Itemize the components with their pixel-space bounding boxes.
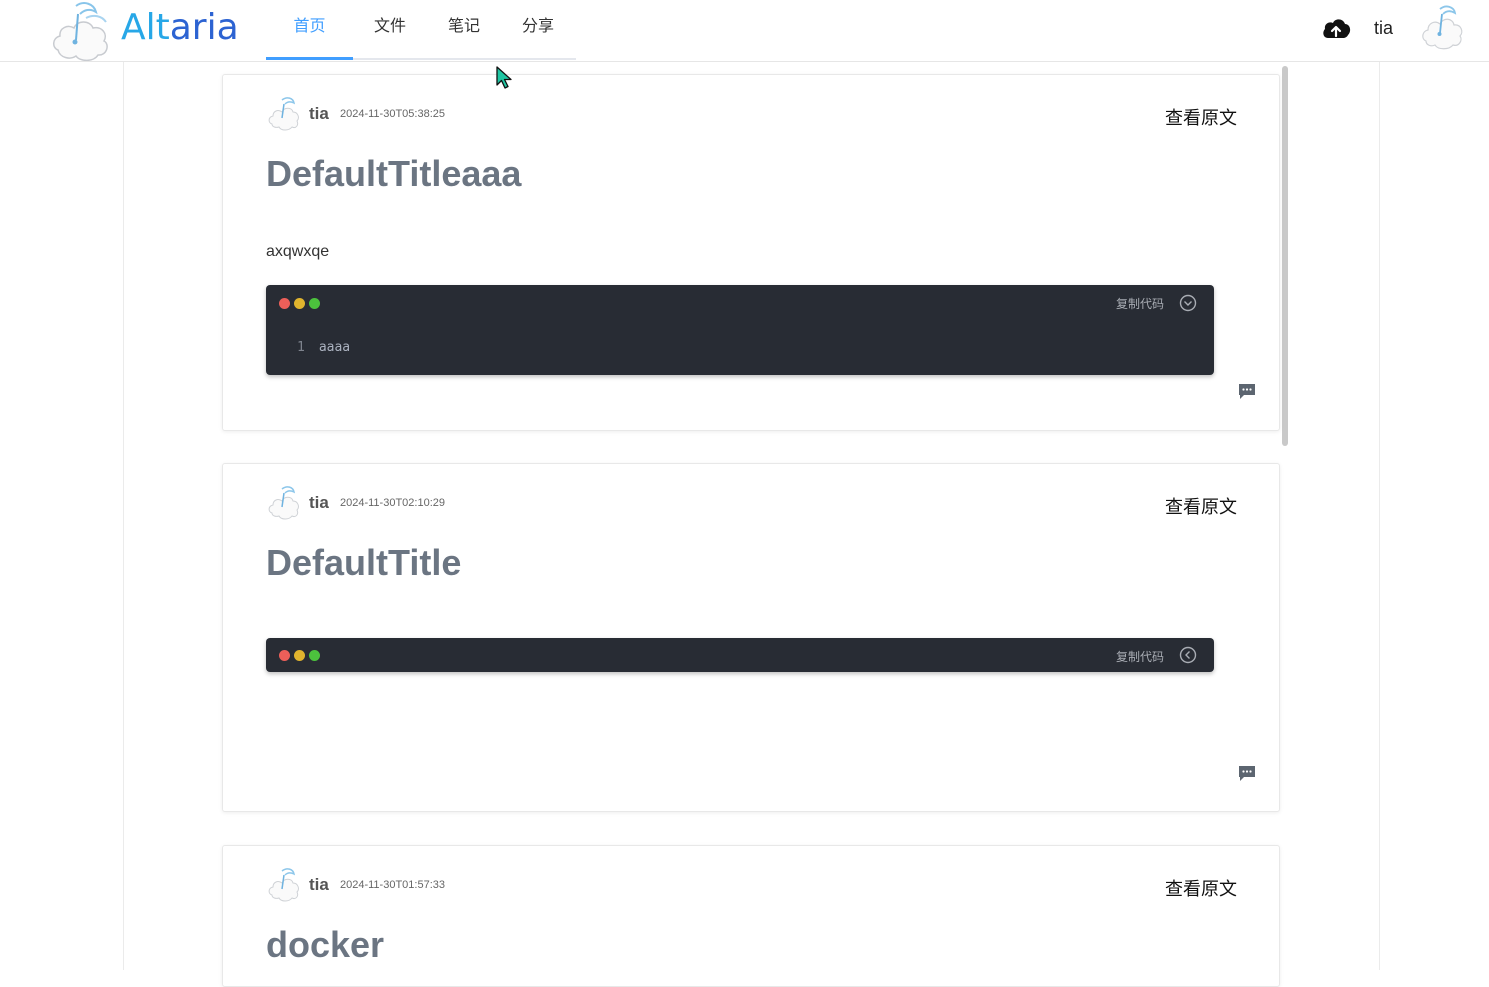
nav-files[interactable]: 文件 <box>366 0 414 58</box>
copy-code-button[interactable]: 复制代码 <box>1116 648 1164 665</box>
post-author: tia <box>309 875 329 894</box>
author-avatar[interactable] <box>267 484 303 520</box>
copy-code-button[interactable]: 复制代码 <box>1116 295 1164 312</box>
code-line: 1 aaaa <box>297 340 350 355</box>
post-author: tia <box>309 493 329 512</box>
post-title[interactable]: DefaultTitle <box>266 542 461 584</box>
author-avatar[interactable] <box>267 866 303 902</box>
author-avatar[interactable] <box>267 95 303 131</box>
mouse-cursor-icon <box>496 66 512 89</box>
post-card: tia 2024-11-30T02:10:29 查看原文 DefaultTitl… <box>222 463 1280 812</box>
post-author: tia <box>309 104 329 123</box>
window-dot-yellow <box>294 298 305 309</box>
code-block: 复制代码 1 aaaa <box>266 285 1214 375</box>
post-timestamp: 2024-11-30T05:38:25 <box>340 108 445 120</box>
post-timestamp: 2024-11-30T02:10:29 <box>340 497 445 509</box>
post-title[interactable]: docker <box>266 924 384 966</box>
nav-active-indicator <box>266 57 353 60</box>
view-original-link[interactable]: 查看原文 <box>1165 104 1237 130</box>
window-dot-green <box>309 298 320 309</box>
cloud-mascot-icon <box>53 2 108 61</box>
window-dot-red <box>279 298 290 309</box>
code-block: 复制代码 <box>266 638 1214 672</box>
post-timestamp: 2024-11-30T01:57:33 <box>340 879 445 891</box>
post-card: tia 2024-11-30T05:38:25 查看原文 DefaultTitl… <box>222 74 1280 431</box>
cloud-upload-icon[interactable] <box>1321 15 1351 43</box>
app-logo[interactable]: Altaria <box>50 0 239 61</box>
post-body: axqwxqe <box>266 243 330 260</box>
nav-home[interactable]: 首页 <box>266 0 353 58</box>
nav-share[interactable]: 分享 <box>514 0 562 58</box>
window-dot-green <box>309 650 320 661</box>
comment-icon[interactable] <box>1238 383 1256 400</box>
comment-icon[interactable] <box>1238 765 1256 782</box>
app-name: Altaria <box>121 7 239 48</box>
window-dot-yellow <box>294 650 305 661</box>
user-avatar[interactable] <box>1420 3 1464 51</box>
user-name[interactable]: tia <box>1374 18 1393 39</box>
scrollbar-thumb[interactable] <box>1282 66 1288 446</box>
code-line-number: 1 <box>297 340 305 355</box>
window-dot-red <box>279 650 290 661</box>
post-title[interactable]: DefaultTitleaaa <box>266 153 521 195</box>
nav-notes[interactable]: 笔记 <box>440 0 488 58</box>
view-original-link[interactable]: 查看原文 <box>1165 875 1237 901</box>
chevron-left-circle-icon[interactable] <box>1179 646 1197 664</box>
view-original-link[interactable]: 查看原文 <box>1165 493 1237 519</box>
chevron-down-circle-icon[interactable] <box>1179 294 1197 312</box>
post-card: tia 2024-11-30T01:57:33 查看原文 docker <box>222 845 1280 987</box>
code-line-text: aaaa <box>318 340 351 355</box>
top-navbar: Altaria 首页 文件 笔记 分享 tia <box>0 0 1489 62</box>
